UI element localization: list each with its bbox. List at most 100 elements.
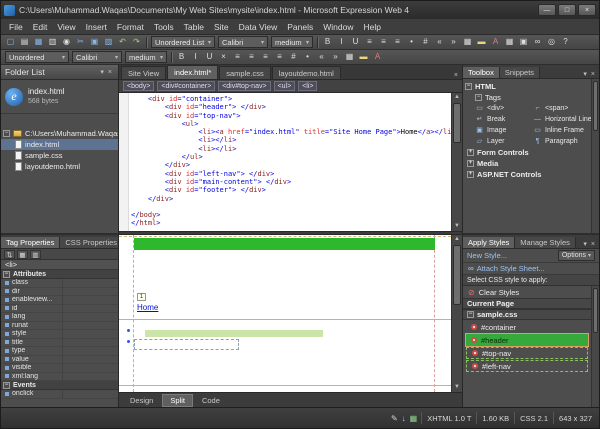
styles-scrollbar[interactable]	[591, 286, 599, 407]
file-preview[interactable]: e index.html 568 bytes	[1, 80, 118, 114]
doc-tab-index-html[interactable]: index.html*	[167, 65, 218, 79]
tab-toolbox[interactable]: Toolbox	[463, 67, 500, 78]
bullets-icon[interactable]: •	[301, 51, 314, 63]
quick-tag-li[interactable]: <li>	[298, 81, 317, 91]
print-icon[interactable]: ▥	[46, 36, 59, 48]
design-canvas[interactable]: 1 Home	[119, 235, 451, 392]
menu-view[interactable]: View	[52, 21, 80, 33]
save-icon[interactable]: ▦	[32, 36, 45, 48]
attribute-row-class[interactable]: class	[1, 279, 118, 288]
collapse-icon[interactable]: −	[3, 271, 10, 278]
toolbox-group-media[interactable]: +Media	[467, 158, 591, 169]
attribute-value[interactable]	[63, 313, 118, 321]
paste-icon[interactable]: ▨	[102, 36, 115, 48]
attribute-value[interactable]	[63, 322, 118, 330]
scrollbar-thumb[interactable]	[593, 81, 598, 131]
style-dropdown[interactable]: Unordered List▾	[151, 36, 215, 48]
indent-icon[interactable]: »	[447, 36, 460, 48]
attribute-row-value[interactable]: value	[1, 356, 118, 365]
hyperlink-icon[interactable]: ∞	[531, 36, 544, 48]
attribute-value[interactable]	[63, 279, 118, 287]
attribute-value[interactable]	[63, 296, 118, 304]
toolbox-group-tags[interactable]: − Tags	[465, 92, 591, 103]
menu-window[interactable]: Window	[318, 21, 358, 33]
indent-icon[interactable]: »	[329, 51, 342, 63]
attribute-row-id[interactable]: id	[1, 305, 118, 314]
toolbox-item-inline-frame[interactable]: ▭Inline Frame	[533, 125, 591, 136]
attribute-row-lang[interactable]: lang	[1, 313, 118, 322]
attach-stylesheet-link[interactable]: Attach Style Sheet...	[477, 264, 545, 273]
attribute-value[interactable]	[63, 288, 118, 296]
close-panel-icon[interactable]: ×	[589, 241, 597, 248]
highlight-icon[interactable]: ▬	[475, 36, 488, 48]
style-item-left-nav[interactable]: #left-nav	[466, 360, 588, 372]
align-center-icon[interactable]: ≡	[377, 36, 390, 48]
toolbox-item-image[interactable]: ▣Image	[475, 125, 533, 136]
scroll-down-icon[interactable]: ▼	[452, 383, 462, 392]
italic-icon[interactable]: I	[335, 36, 348, 48]
attribute-value[interactable]	[63, 339, 118, 347]
attribute-row-style[interactable]: style	[1, 330, 118, 339]
close-button[interactable]: ×	[578, 4, 596, 16]
folder-tree-item-sample-css[interactable]: sample.css	[1, 150, 118, 161]
style-item-container[interactable]: #container	[466, 321, 588, 333]
scroll-up-icon[interactable]: ▲	[452, 235, 462, 244]
align-right-icon[interactable]: ≡	[259, 51, 272, 63]
attribute-row-visible[interactable]: visible	[1, 364, 118, 373]
collapse-icon[interactable]: −	[475, 94, 482, 101]
close-panel-icon[interactable]: ×	[106, 69, 114, 76]
underline-icon[interactable]: U	[349, 36, 362, 48]
align-left-icon[interactable]: ≡	[231, 51, 244, 63]
quick-tag-body[interactable]: <body>	[123, 81, 154, 91]
close-panel-icon[interactable]: ×	[589, 71, 597, 78]
highlight-icon[interactable]: ▬	[357, 51, 370, 63]
tab-tag-properties[interactable]: Tag Properties	[1, 237, 60, 248]
expand-icon[interactable]: +	[467, 149, 474, 156]
help-icon[interactable]: ?	[559, 36, 572, 48]
section-header-attributes[interactable]: −Attributes	[1, 270, 118, 279]
folder-tree-item-index-html[interactable]: index.html	[1, 139, 118, 150]
bullets-icon[interactable]: •	[405, 36, 418, 48]
toolbox-scrollbar[interactable]	[591, 79, 599, 233]
size-dropdown[interactable]: medium▾	[271, 36, 313, 48]
attribute-value[interactable]	[63, 364, 118, 372]
download-arrow-icon[interactable]: ↓	[401, 414, 407, 423]
bold-icon[interactable]: B	[321, 36, 334, 48]
scrollbar-thumb[interactable]	[593, 288, 598, 333]
stylesheet-header[interactable]: − sample.css	[463, 309, 591, 320]
panel-menu-icon[interactable]: ▾	[581, 240, 589, 248]
design-scrollbar[interactable]: ▲ ▼	[451, 235, 462, 392]
font-dropdown[interactable]: Calibri▾	[218, 36, 268, 48]
size-dropdown[interactable]: medium▾	[125, 51, 167, 63]
attribute-value[interactable]	[63, 305, 118, 313]
design-leftnav-div[interactable]	[145, 330, 323, 337]
panel-menu-icon[interactable]: ▾	[98, 68, 106, 76]
toolbox-group-asp-net-controls[interactable]: +ASP.NET Controls	[467, 169, 591, 180]
redo-icon[interactable]: ↷	[130, 36, 143, 48]
attribute-value[interactable]	[63, 330, 118, 338]
toolbox-group-form-controls[interactable]: +Form Controls	[467, 147, 591, 158]
scroll-up-icon[interactable]: ▲	[452, 93, 462, 102]
style-dropdown[interactable]: Unordered▾	[5, 51, 69, 63]
toolbox-item-span[interactable]: ⌐<span>	[533, 103, 591, 114]
sort-icon[interactable]: ⇅	[4, 250, 15, 259]
menu-site[interactable]: Site	[209, 21, 234, 33]
tab-snippets[interactable]: Snippets	[500, 67, 540, 78]
toolbox-item-paragraph[interactable]: ¶Paragraph	[533, 136, 591, 147]
code-editor[interactable]: <div id="container"> <div id="header"> <…	[129, 93, 451, 231]
code-scrollbar[interactable]: ▲ ▼	[451, 93, 462, 231]
menu-table[interactable]: Table	[179, 21, 209, 33]
align-right-icon[interactable]: ≡	[391, 36, 404, 48]
attribute-row-type[interactable]: type	[1, 347, 118, 356]
numbering-icon[interactable]: #	[419, 36, 432, 48]
attribute-value[interactable]	[63, 390, 118, 398]
numbering-icon[interactable]: #	[287, 51, 300, 63]
attribute-row-onclick[interactable]: onclick	[1, 390, 118, 399]
visual-aids-grid-icon[interactable]: ▦	[409, 414, 419, 423]
insert-table-icon[interactable]: ▦	[503, 36, 516, 48]
doc-tab-layoutdemo-html[interactable]: layoutdemo.html	[272, 66, 341, 79]
outdent-icon[interactable]: «	[315, 51, 328, 63]
toolbox-item-horizontal-line[interactable]: ―Horizontal Line	[533, 114, 591, 125]
borders-icon[interactable]: ▦	[461, 36, 474, 48]
scroll-down-icon[interactable]: ▼	[452, 222, 462, 231]
